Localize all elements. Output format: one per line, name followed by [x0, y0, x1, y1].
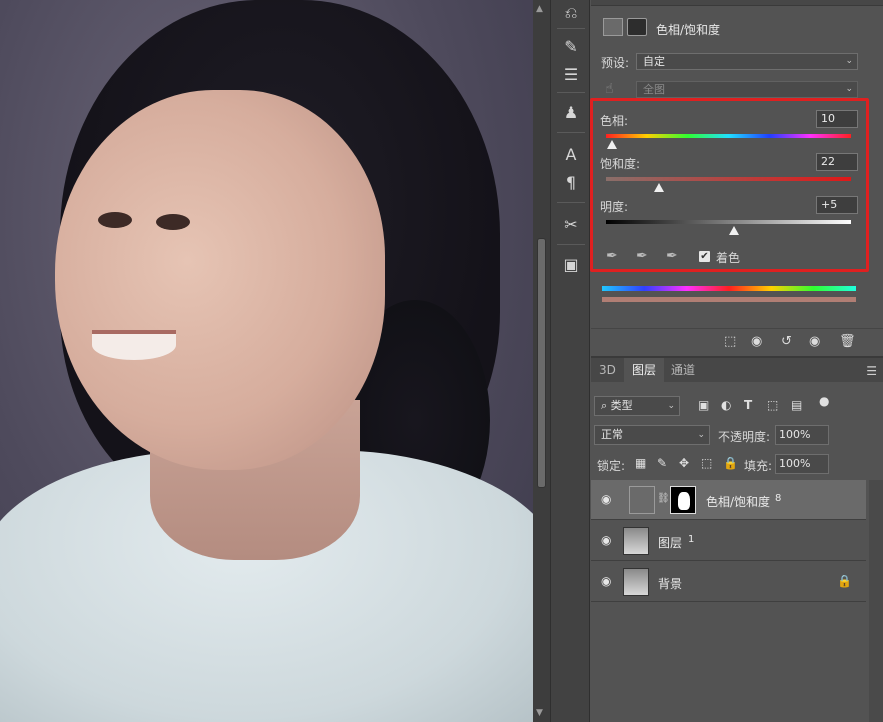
opacity-value: 100% — [779, 428, 811, 441]
trash-icon[interactable]: 🗑 — [839, 334, 856, 349]
brush-icon[interactable]: ✎ — [558, 34, 584, 60]
reset-icon[interactable]: ↺ — [781, 334, 792, 349]
clip-to-layer-icon[interactable]: ⬚ — [724, 334, 736, 349]
channel-dropdown[interactable]: 全图 ⌄ — [636, 81, 858, 98]
photo-mouth — [92, 330, 176, 360]
chevron-down-icon: ⌄ — [667, 401, 675, 411]
shape-filter-icon[interactable]: ⬚ — [767, 398, 778, 412]
properties-title: 色相/饱和度 — [656, 23, 721, 37]
opacity-label: 不透明度: — [718, 430, 771, 444]
tab-3d[interactable]: 3D — [591, 358, 624, 382]
layer-name[interactable]: 图层 — [658, 534, 682, 551]
search-icon: ⌕ — [601, 399, 611, 412]
blend-mode-dropdown[interactable]: 正常 ⌄ — [594, 425, 710, 445]
lock-all-icon[interactable]: 🔒 — [723, 456, 738, 470]
lock-artboard-icon[interactable]: ⬚ — [701, 456, 712, 470]
layer-filter-dropdown[interactable]: ⌕ 类型 ⌄ — [594, 396, 680, 416]
layers-scrollbar[interactable] — [869, 480, 883, 722]
paragraph-icon[interactable]: ¶ — [558, 170, 584, 196]
input-color-bar — [602, 286, 856, 291]
lock-position-icon[interactable]: ✥ — [679, 456, 689, 470]
layers-tabbar: 3D 图层 通道 ☰ — [591, 358, 883, 382]
opacity-input[interactable]: 100% — [775, 425, 829, 445]
blend-mode-value: 正常 — [601, 428, 623, 441]
hand-target-icon[interactable]: ☝ — [605, 81, 614, 97]
layer-suffix: 1 — [688, 534, 695, 545]
photo-face — [55, 90, 385, 470]
photo-eye-left — [98, 212, 132, 228]
preset-dropdown[interactable]: 自定 ⌄ — [636, 53, 858, 70]
layer-suffix: 8 — [775, 493, 782, 504]
layer-thumbnail — [623, 527, 649, 555]
filter-kind: 类型 — [610, 399, 633, 412]
channel-value: 全图 — [643, 83, 665, 96]
divider — [557, 244, 585, 245]
properties-tabbar — [591, 0, 883, 6]
divider — [557, 28, 585, 29]
history-icon[interactable]: ⎌ — [558, 0, 584, 26]
lock-image-icon[interactable]: ✎ — [657, 456, 667, 470]
layer-thumbnail — [623, 568, 649, 596]
visibility-eye-icon[interactable]: ◉ — [601, 492, 611, 506]
visibility-eye-icon[interactable]: ◉ — [601, 533, 611, 547]
adjustments-icon[interactable]: ☰ — [558, 62, 584, 88]
visibility-eye-icon[interactable]: ◉ — [601, 574, 611, 588]
scroll-thumb[interactable] — [537, 238, 546, 488]
fill-value: 100% — [779, 457, 811, 470]
stamp-icon[interactable]: ♟ — [558, 100, 584, 126]
layer-row-background[interactable]: ◉ 背景 🔒 — [591, 562, 866, 602]
pixel-filter-icon[interactable]: ▣ — [698, 398, 709, 412]
highlight-annotation-box — [590, 98, 869, 272]
lock-label: 锁定: — [597, 459, 626, 473]
chevron-down-icon: ⌄ — [845, 84, 853, 94]
layer-name[interactable]: 背景 — [658, 575, 682, 592]
output-color-bar — [602, 297, 856, 302]
tab-channels[interactable]: 通道 — [663, 358, 703, 382]
panel-toolstrip: ⎌ ✎ ☰ ♟ A ¶ ✂ ▣ — [550, 0, 590, 722]
lock-transparent-icon[interactable]: ▦ — [635, 456, 646, 470]
filter-toggle-icon[interactable]: ● — [819, 394, 829, 408]
adjustment-filter-icon[interactable]: ◐ — [721, 398, 731, 412]
divider — [557, 92, 585, 93]
divider — [557, 202, 585, 203]
adjustment-thumbnail-icon — [629, 486, 655, 514]
layer-row-layer-1[interactable]: ◉ 图层 1 — [591, 521, 866, 561]
chevron-down-icon: ⌄ — [697, 430, 705, 440]
scroll-down-icon[interactable]: ▼ — [536, 708, 543, 718]
canvas-scrollbar[interactable]: ▲ ▼ — [533, 0, 550, 722]
layer-row-hue-saturation[interactable]: ◉ ⛓ 色相/饱和度 8 — [591, 480, 866, 520]
scroll-up-icon[interactable]: ▲ — [536, 4, 543, 14]
layer-mask-thumbnail[interactable] — [670, 486, 696, 514]
panel-menu-icon[interactable]: ☰ — [866, 364, 877, 378]
lock-icon: 🔒 — [837, 574, 852, 588]
layer-name[interactable]: 色相/饱和度 — [706, 493, 770, 510]
properties-footer: ⬚ ◉ ↺ ◉ 🗑 — [591, 328, 883, 355]
tool-presets-icon[interactable]: ✂ — [558, 212, 584, 238]
layers-panel: 3D 图层 通道 ☰ ⌕ 类型 ⌄ ▣ ◐ T ⬚ ▤ ● 正常 ⌄ 不透明度:… — [591, 356, 883, 722]
libraries-icon[interactable]: ▣ — [558, 252, 584, 278]
adjustment-layer-icon[interactable] — [603, 18, 623, 36]
visibility-eye-icon[interactable]: ◉ — [809, 334, 820, 349]
divider — [557, 132, 585, 133]
link-icon[interactable]: ⛓ — [657, 493, 670, 504]
photo-eye-right — [156, 214, 190, 230]
preset-label: 预设: — [601, 56, 630, 70]
chevron-down-icon: ⌄ — [845, 56, 853, 66]
fill-label: 填充: — [744, 459, 773, 473]
document-canvas[interactable] — [0, 0, 533, 722]
fill-input[interactable]: 100% — [775, 454, 829, 474]
tab-layers[interactable]: 图层 — [624, 358, 665, 382]
mask-silhouette — [678, 492, 690, 510]
view-previous-icon[interactable]: ◉ — [751, 334, 762, 349]
type-filter-icon[interactable]: T — [744, 398, 752, 412]
character-icon[interactable]: A — [558, 142, 584, 168]
smart-object-filter-icon[interactable]: ▤ — [791, 398, 802, 412]
preset-value: 自定 — [643, 55, 665, 68]
mask-icon[interactable] — [627, 18, 647, 36]
